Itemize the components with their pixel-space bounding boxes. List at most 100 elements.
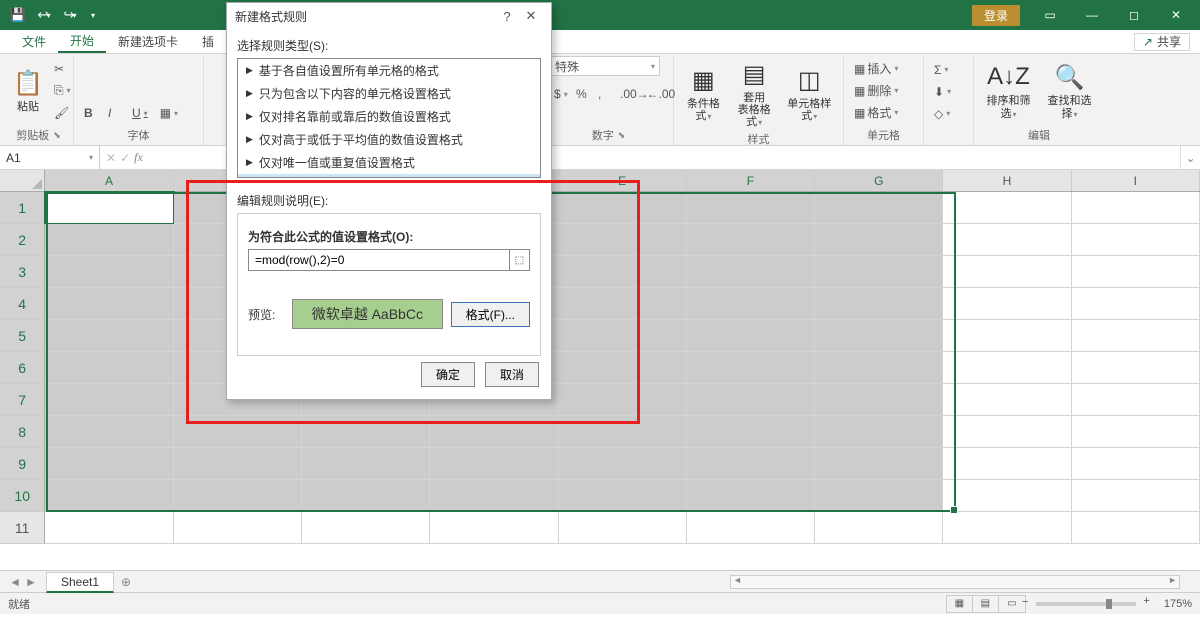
column-header[interactable]: G	[815, 170, 943, 191]
close-icon[interactable]: ✕	[1156, 1, 1196, 29]
cell[interactable]	[1072, 448, 1200, 480]
column-header[interactable]: F	[687, 170, 815, 191]
format-as-table-button[interactable]: ▤套用 表格格式▾	[731, 56, 778, 130]
maximize-icon[interactable]: ◻	[1114, 1, 1154, 29]
cell[interactable]	[815, 384, 943, 416]
cell[interactable]	[687, 192, 815, 224]
format-button[interactable]: 格式(F)...	[451, 302, 530, 327]
cell[interactable]	[430, 416, 558, 448]
tab-home[interactable]: 开始	[58, 30, 106, 53]
cell[interactable]	[687, 448, 815, 480]
border-icon[interactable]: ▦▾	[156, 103, 182, 123]
cell[interactable]	[559, 448, 687, 480]
cell[interactable]	[943, 512, 1071, 544]
sort-filter-button[interactable]: A↓Z排序和筛选▾	[980, 59, 1037, 121]
cell[interactable]	[1072, 256, 1200, 288]
currency-icon[interactable]: $▾	[550, 84, 570, 104]
column-header[interactable]: H	[943, 170, 1071, 191]
fx-icon[interactable]: fx	[134, 150, 143, 165]
cell[interactable]	[559, 224, 687, 256]
percent-icon[interactable]: %	[572, 84, 592, 104]
cell[interactable]	[45, 512, 173, 544]
cell[interactable]	[943, 256, 1071, 288]
select-all-button[interactable]	[0, 170, 45, 192]
cell[interactable]	[1072, 288, 1200, 320]
cell[interactable]	[687, 480, 815, 512]
cell[interactable]	[815, 352, 943, 384]
row-header[interactable]: 2	[0, 224, 45, 256]
clear-button[interactable]: ◇▾	[930, 104, 955, 124]
rule-type-list[interactable]: ▶基于各自值设置所有单元格的格式 ▶只为包含以下内容的单元格设置格式 ▶仅对排名…	[237, 58, 541, 178]
delete-cells-button[interactable]: ▦ 删除▾	[850, 81, 902, 101]
bold-button[interactable]: B	[80, 103, 100, 123]
find-select-button[interactable]: 🔍查找和选择▾	[1041, 59, 1098, 121]
cell[interactable]	[45, 384, 173, 416]
cell[interactable]	[45, 480, 173, 512]
rule-type-item[interactable]: ▶只为包含以下内容的单元格设置格式	[238, 82, 540, 105]
cell[interactable]	[430, 512, 558, 544]
cell[interactable]	[430, 480, 558, 512]
cell[interactable]	[302, 480, 430, 512]
row-header[interactable]: 5	[0, 320, 45, 352]
dialog-close-icon[interactable]: ✕	[519, 8, 543, 24]
expand-formula-bar-icon[interactable]: ⌄	[1180, 146, 1200, 169]
column-header[interactable]: I	[1072, 170, 1200, 191]
autosum-button[interactable]: Σ▾	[930, 60, 955, 80]
insert-cells-button[interactable]: ▦ 插入▾	[850, 59, 902, 79]
cell[interactable]	[45, 256, 173, 288]
row-header[interactable]: 9	[0, 448, 45, 480]
normal-view-icon[interactable]: ▦	[947, 596, 973, 612]
name-box[interactable]: A1▾	[0, 146, 100, 169]
underline-button[interactable]: U▾	[128, 103, 152, 123]
cell[interactable]	[943, 416, 1071, 448]
cell[interactable]	[1072, 384, 1200, 416]
cell[interactable]	[687, 512, 815, 544]
ok-button[interactable]: 确定	[421, 362, 475, 387]
row-header[interactable]: 4	[0, 288, 45, 320]
cell[interactable]	[174, 416, 302, 448]
italic-button[interactable]: I	[104, 103, 124, 123]
cell[interactable]	[815, 480, 943, 512]
rule-type-item[interactable]: ▶仅对高于或低于平均值的数值设置格式	[238, 128, 540, 151]
cell[interactable]	[1072, 512, 1200, 544]
share-button[interactable]: ↗共享	[1134, 33, 1190, 51]
cell[interactable]	[559, 192, 687, 224]
cancel-button[interactable]: 取消	[485, 362, 539, 387]
cell[interactable]	[687, 288, 815, 320]
cell[interactable]	[559, 352, 687, 384]
cell[interactable]	[815, 224, 943, 256]
cell[interactable]	[559, 416, 687, 448]
cell[interactable]	[1072, 352, 1200, 384]
cell[interactable]	[559, 320, 687, 352]
copy-icon[interactable]: ⎘▾	[50, 81, 75, 101]
conditional-formatting-button[interactable]: ▦条件格式▾	[680, 62, 727, 124]
sheet-nav-next-icon[interactable]: ►	[25, 575, 37, 589]
row-header[interactable]: 7	[0, 384, 45, 416]
tab-file[interactable]: 文件	[10, 30, 58, 53]
row-header[interactable]: 6	[0, 352, 45, 384]
cut-icon[interactable]: ✂	[50, 59, 75, 79]
format-painter-icon[interactable]: 🖌	[50, 103, 75, 123]
cell[interactable]	[45, 352, 173, 384]
rule-type-item[interactable]: ▶仅对排名靠前或靠后的数值设置格式	[238, 105, 540, 128]
cell[interactable]	[1072, 480, 1200, 512]
qat-customize-icon[interactable]: ▾	[84, 3, 104, 27]
ribbon-display-icon[interactable]: ▭	[1030, 1, 1070, 29]
cell[interactable]	[1072, 224, 1200, 256]
cell[interactable]	[943, 480, 1071, 512]
cell[interactable]	[687, 352, 815, 384]
number-format-dropdown[interactable]: 特殊▾	[550, 56, 660, 76]
cell[interactable]	[815, 256, 943, 288]
row-header[interactable]: 10	[0, 480, 45, 512]
redo-icon[interactable]: ↪▾	[58, 3, 82, 27]
save-icon[interactable]: 💾	[6, 3, 30, 27]
cell[interactable]	[815, 416, 943, 448]
cell[interactable]	[45, 416, 173, 448]
undo-icon[interactable]: ↩▾	[32, 3, 56, 27]
cell[interactable]	[1072, 416, 1200, 448]
format-cells-button[interactable]: ▦ 格式▾	[850, 103, 902, 123]
zoom-slider[interactable]	[1036, 602, 1136, 606]
sheet-tab[interactable]: Sheet1	[46, 572, 114, 593]
cell[interactable]	[559, 384, 687, 416]
cell[interactable]	[430, 448, 558, 480]
